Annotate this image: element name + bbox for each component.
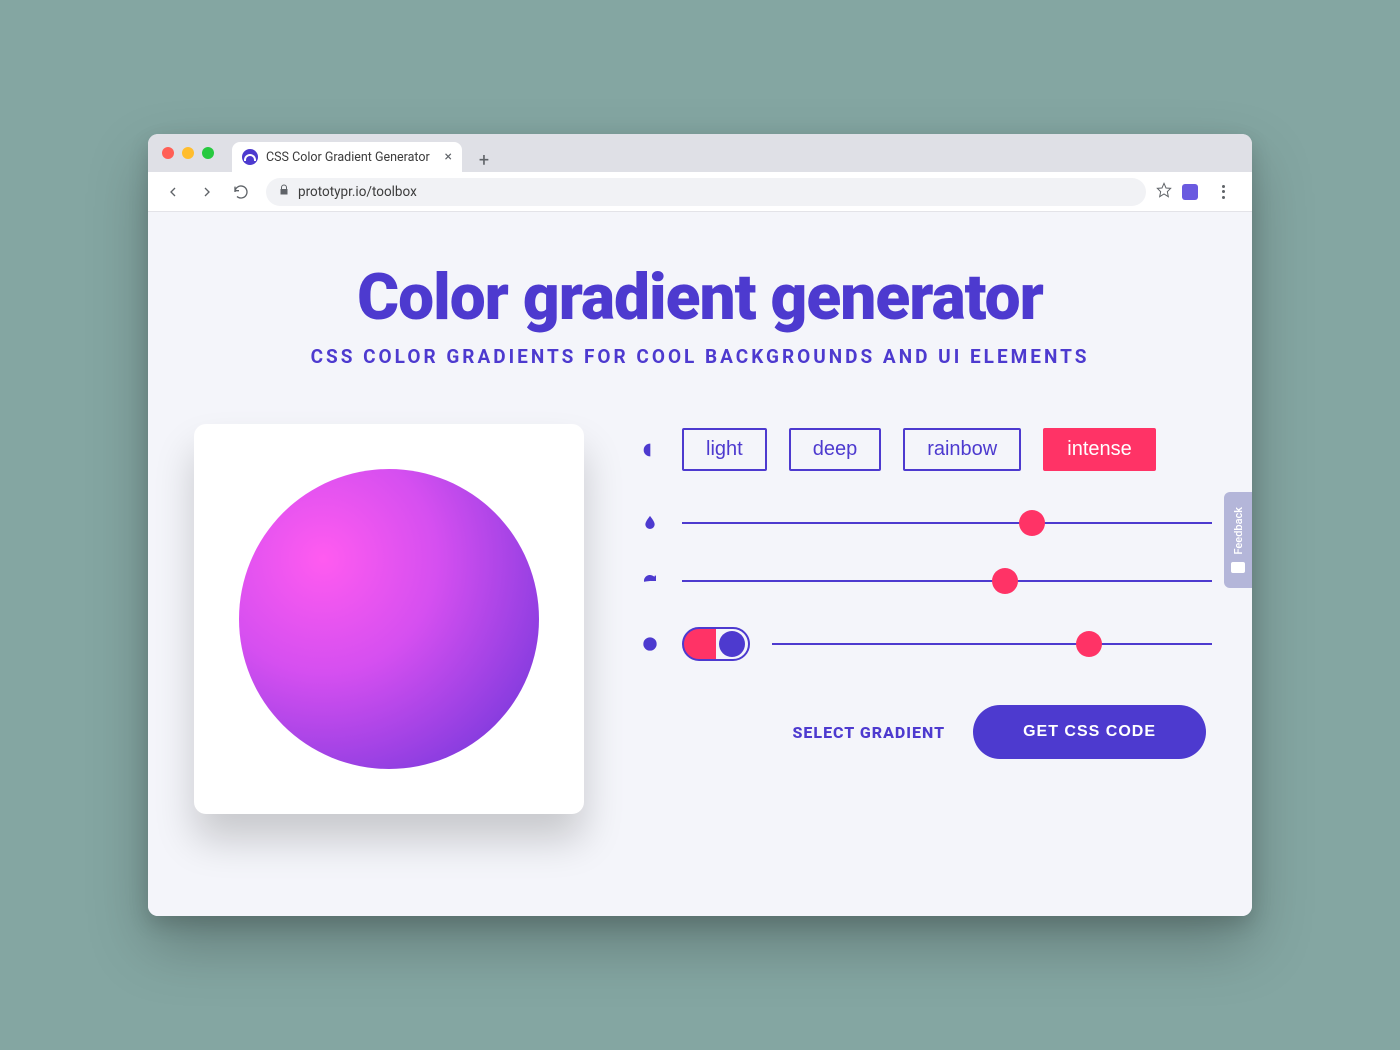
mode-intense[interactable]: intense <box>1043 428 1156 471</box>
gradient-type-toggle[interactable] <box>682 627 750 661</box>
mode-deep[interactable]: deep <box>789 428 882 471</box>
gradient-preview-card <box>194 424 584 814</box>
rotate-icon <box>640 573 660 589</box>
window-controls <box>162 134 214 172</box>
contrast-icon <box>640 442 660 458</box>
extension-icon[interactable] <box>1182 184 1198 200</box>
lock-icon <box>278 184 290 200</box>
close-window-icon[interactable] <box>162 147 174 159</box>
back-button[interactable] <box>158 177 188 207</box>
get-css-button[interactable]: GET CSS CODE <box>973 705 1206 759</box>
feedback-tab[interactable]: Feedback <box>1224 492 1252 588</box>
address-bar[interactable]: prototypr.io/toolbox <box>266 178 1146 206</box>
hue-slider-row <box>640 511 1212 535</box>
third-slider[interactable] <box>772 632 1212 656</box>
bookmark-icon[interactable] <box>1156 182 1172 202</box>
tab-strip: CSS Color Gradient Generator × + <box>148 134 1252 172</box>
rotate-slider-row <box>640 569 1212 593</box>
browser-tab[interactable]: CSS Color Gradient Generator × <box>232 142 462 172</box>
tab-title: CSS Color Gradient Generator <box>266 150 430 165</box>
feedback-label: Feedback <box>1232 507 1245 555</box>
browser-window: CSS Color Gradient Generator × + prototy… <box>148 134 1252 916</box>
mode-row: light deep rainbow intense <box>640 428 1212 471</box>
page-subtitle: CSS COLOR GRADIENTS FOR COOL BACKGROUNDS… <box>188 345 1212 368</box>
reload-button[interactable] <box>226 177 256 207</box>
droplet-icon <box>640 515 660 531</box>
new-tab-button[interactable]: + <box>472 148 496 172</box>
toolbar: prototypr.io/toolbox <box>148 172 1252 212</box>
generator-panel: light deep rainbow intense <box>188 424 1212 814</box>
gradient-swatch <box>239 469 539 769</box>
maximize-window-icon[interactable] <box>202 147 214 159</box>
spiral-icon <box>640 636 660 652</box>
minimize-window-icon[interactable] <box>182 147 194 159</box>
select-gradient-button[interactable]: SELECT GRADIENT <box>793 723 946 742</box>
feedback-icon <box>1231 562 1245 573</box>
toggle-row <box>640 627 1212 661</box>
cta-row: SELECT GRADIENT GET CSS CODE <box>640 705 1212 759</box>
page-content: Color gradient generator CSS COLOR GRADI… <box>148 212 1252 916</box>
page-title: Color gradient generator <box>188 264 1212 331</box>
toolbar-right <box>1156 177 1242 207</box>
rotate-slider[interactable] <box>682 569 1212 593</box>
mode-light[interactable]: light <box>682 428 767 471</box>
hue-slider[interactable] <box>682 511 1212 535</box>
mode-rainbow[interactable]: rainbow <box>903 428 1021 471</box>
close-tab-icon[interactable]: × <box>445 149 452 165</box>
controls-column: light deep rainbow intense <box>640 424 1212 759</box>
menu-button[interactable] <box>1208 177 1238 207</box>
favicon-icon <box>242 149 258 165</box>
url-text: prototypr.io/toolbox <box>298 184 417 200</box>
forward-button[interactable] <box>192 177 222 207</box>
